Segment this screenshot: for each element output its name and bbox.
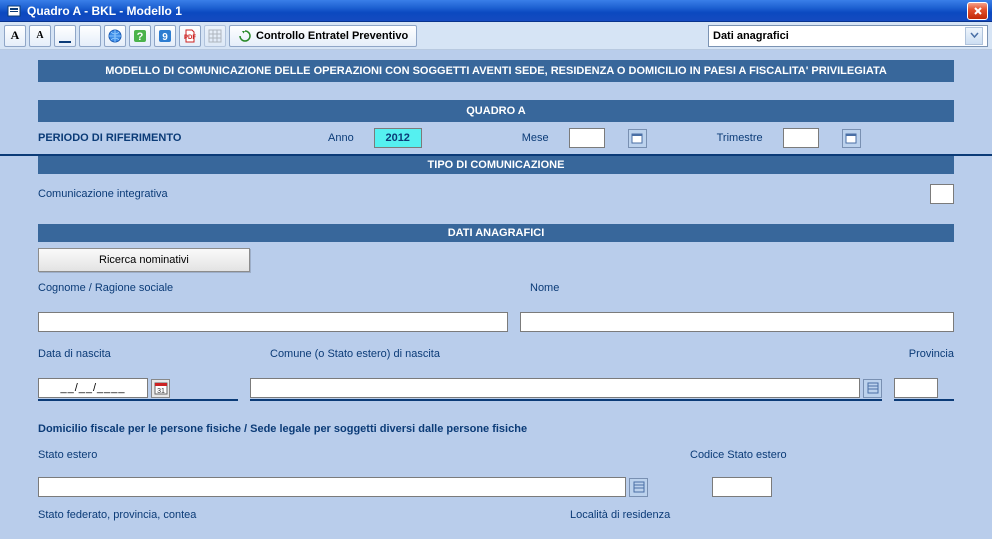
provincia-input[interactable] [894,378,938,398]
help-button[interactable]: ? [129,25,151,47]
comunicazione-integrativa-input[interactable] [930,184,954,204]
svg-text:PDF: PDF [184,35,196,41]
blank-button[interactable] [79,25,101,47]
window-title: Quadro A - BKL - Modello 1 [27,4,967,18]
tool9-button[interactable]: 9 [154,25,176,47]
globe-button[interactable] [104,25,126,47]
domicilio-heading: Domicilio fiscale per le persone fisiche… [38,423,954,435]
ricerca-nominativi-button[interactable]: Ricerca nominativi [38,248,250,272]
anno-label: Anno [328,132,354,144]
stato-estero-input[interactable] [38,477,626,497]
stato-federato-label: Stato federato, provincia, contea [38,509,558,521]
trimestre-picker-button[interactable] [842,129,861,148]
svg-text:?: ? [137,31,144,43]
banner-dati-anagrafici: DATI ANAGRAFICI [38,224,954,242]
stato-estero-picker-button[interactable] [629,478,648,497]
mese-picker-button[interactable] [628,129,647,148]
comune-nascita-label: Comune (o Stato estero) di nascita [270,348,882,360]
mese-label: Mese [522,132,549,144]
banner-quadro: QUADRO A [38,100,954,122]
trimestre-label: Trimestre [717,132,763,144]
localita-label: Località di residenza [570,509,954,521]
anno-input[interactable] [374,128,422,148]
font-small-button[interactable]: A [29,25,51,47]
chevron-down-icon [965,27,983,45]
trimestre-input[interactable] [783,128,819,148]
section-dropdown[interactable]: Dati anagrafici [708,25,988,47]
data-nascita-input[interactable] [38,378,148,398]
comune-picker-button[interactable] [863,379,882,398]
cognome-label: Cognome / Ragione sociale [38,282,518,294]
provincia-label: Provincia [894,348,954,360]
comune-nascita-input[interactable] [250,378,860,398]
svg-text:9: 9 [162,32,168,43]
refresh-icon [238,29,252,43]
main-scroll-area[interactable]: MODELLO DI COMUNICAZIONE DELLE OPERAZION… [0,50,992,539]
font-bold-button[interactable]: A [4,25,26,47]
codice-stato-label: Codice Stato estero [690,449,954,461]
banner-modello: MODELLO DI COMUNICAZIONE DELLE OPERAZION… [38,60,954,82]
comunicazione-integrativa-label: Comunicazione integrativa [38,188,168,200]
mese-input[interactable] [569,128,605,148]
nome-input[interactable] [520,312,954,332]
nome-label: Nome [530,282,954,294]
stato-estero-label: Stato estero [38,449,678,461]
cognome-input[interactable] [38,312,508,332]
svg-text:31: 31 [157,388,165,395]
grid-button[interactable] [204,25,226,47]
controllo-entratel-button[interactable]: Controllo Entratel Preventivo [229,25,417,47]
periodo-label: PERIODO DI RIFERIMENTO [38,132,308,144]
banner-tipo-comunicazione: TIPO DI COMUNICAZIONE [38,156,954,174]
data-nascita-calendar-button[interactable]: 31 [151,379,170,398]
codice-stato-input[interactable] [712,477,772,497]
toolbar: A A ? 9 PDF Controllo Entratel Preventiv… [0,22,992,50]
window-close-button[interactable] [967,2,988,20]
pdf-button[interactable]: PDF [179,25,201,47]
app-icon [6,3,22,19]
window-titlebar: Quadro A - BKL - Modello 1 [0,0,992,22]
data-nascita-label: Data di nascita [38,348,258,360]
underscore-button[interactable] [54,25,76,47]
